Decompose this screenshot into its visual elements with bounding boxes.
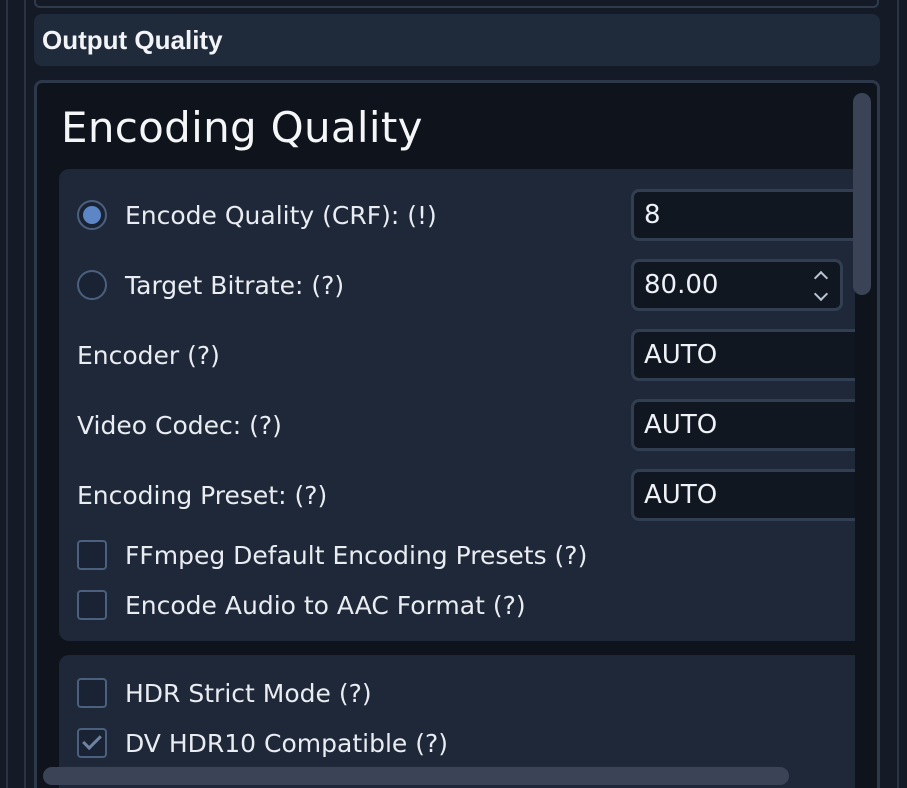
encoding-preset-row: Encoding Preset: (?): [77, 469, 327, 521]
horizontal-scrollbar-thumb[interactable]: [43, 767, 789, 785]
encode-audio-aac-label: Encode Audio to AAC Format (?): [125, 590, 526, 620]
encode-quality-label: Encode Quality (CRF): (!): [125, 200, 437, 230]
section-header-title: Output Quality: [42, 25, 223, 55]
ffmpeg-presets-label: FFmpeg Default Encoding Presets (?): [125, 540, 588, 570]
panel-title: Encoding Quality: [61, 103, 423, 152]
chevron-down-icon[interactable]: [813, 286, 829, 302]
frame-border-inner: [24, 0, 26, 788]
encode-quality-radio[interactable]: [77, 200, 107, 230]
section-header[interactable]: Output Quality: [34, 14, 880, 66]
hdr-strict-label: HDR Strict Mode (?): [125, 678, 372, 708]
target-bitrate-label: Target Bitrate: (?): [125, 270, 345, 300]
dv-hdr10-checkbox[interactable]: [77, 728, 107, 758]
video-codec-row: Video Codec: (?): [77, 399, 282, 451]
hdr-strict-row[interactable]: HDR Strict Mode (?): [77, 667, 372, 719]
encoding-quality-panel: Encoding Quality Encode Quality (CRF): (…: [34, 80, 880, 788]
encode-audio-aac-row[interactable]: Encode Audio to AAC Format (?): [77, 579, 526, 631]
ffmpeg-presets-checkbox[interactable]: [77, 540, 107, 570]
app-window: Output Quality Encoding Quality Encode Q…: [0, 0, 907, 788]
spin-arrows: [810, 267, 832, 305]
dv-hdr10-label: DV HDR10 Compatible (?): [125, 728, 448, 758]
encoding-preset-select[interactable]: AUTO: [631, 469, 871, 521]
target-bitrate-radio[interactable]: [77, 270, 107, 300]
dv-hdr10-row[interactable]: DV HDR10 Compatible (?): [77, 717, 448, 769]
chevron-up-icon[interactable]: [813, 270, 829, 286]
encoding-preset-label: Encoding Preset: (?): [77, 480, 328, 510]
bitrate-value: 80.00: [644, 270, 719, 300]
frame-border-right: [897, 0, 899, 788]
frame-border-left: [6, 0, 8, 788]
encode-quality-row[interactable]: Encode Quality (CRF): (!): [77, 189, 437, 241]
crf-input[interactable]: 8: [631, 189, 871, 241]
encoding-settings-card: Encode Quality (CRF): (!) 8 Target Bitra…: [59, 169, 871, 641]
target-bitrate-row[interactable]: Target Bitrate: (?): [77, 259, 344, 311]
bitrate-spinbox[interactable]: 80.00: [631, 259, 843, 311]
video-codec-select[interactable]: AUTO: [631, 399, 871, 451]
hdr-strict-checkbox[interactable]: [77, 678, 107, 708]
encoder-select[interactable]: AUTO: [631, 329, 871, 381]
previous-section-edge: [34, 0, 879, 8]
ffmpeg-presets-row[interactable]: FFmpeg Default Encoding Presets (?): [77, 529, 587, 581]
video-codec-label: Video Codec: (?): [77, 410, 282, 440]
vertical-scrollbar-thumb[interactable]: [853, 93, 871, 295]
encode-audio-aac-checkbox[interactable]: [77, 590, 107, 620]
encoder-label: Encoder (?): [77, 340, 220, 370]
checkmark-icon: [82, 730, 102, 751]
encoder-row: Encoder (?): [77, 329, 220, 381]
